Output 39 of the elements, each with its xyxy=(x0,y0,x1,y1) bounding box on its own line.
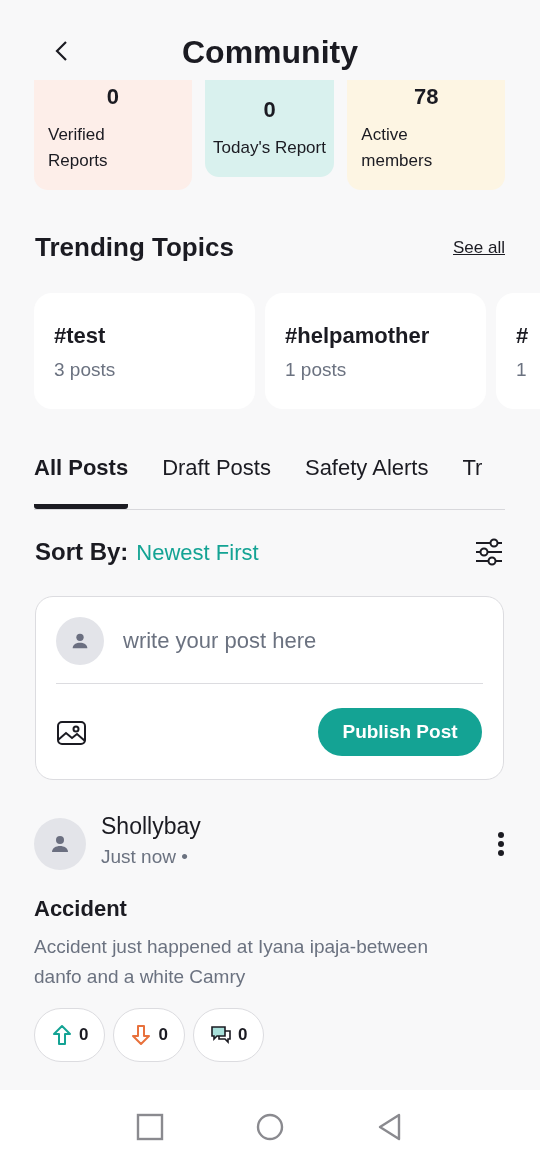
author-name: Shollybay xyxy=(101,812,202,840)
home-icon[interactable] xyxy=(255,1111,285,1142)
topic-card[interactable]: # 1 xyxy=(496,293,540,409)
topic-count: 1 posts xyxy=(285,359,348,381)
topic-tag: #test xyxy=(54,323,235,349)
tab[interactable]: All Posts xyxy=(34,455,129,509)
tab[interactable]: Safety Alerts xyxy=(304,455,429,509)
topic-count: 3 posts xyxy=(54,359,117,381)
stat-label: Today's Report xyxy=(213,136,326,159)
back-icon[interactable] xyxy=(54,40,70,62)
post-input-field[interactable]: write your post here xyxy=(121,627,483,655)
section-title: Trending Topics xyxy=(35,232,234,263)
page-title: Community xyxy=(182,33,358,71)
upvote-button[interactable]: 0 xyxy=(34,1008,106,1062)
arrow-down-icon xyxy=(130,1024,153,1046)
tab[interactable]: Tr xyxy=(462,455,483,509)
arrow-up-icon xyxy=(51,1024,73,1046)
chat-icon xyxy=(209,1024,232,1046)
recents-icon[interactable] xyxy=(135,1111,165,1142)
stat-label: Active members xyxy=(361,124,434,172)
topic-card[interactable]: #test 3 posts xyxy=(34,293,255,409)
post-body: Accident just happened at Iyana ipaja-between danfo and a white Camry xyxy=(34,935,429,989)
comment-button[interactable]: 0 xyxy=(192,1008,265,1062)
stat-label: Verified Reports xyxy=(48,124,109,172)
downvote-button[interactable]: 0 xyxy=(113,1008,185,1062)
post-title: Accident xyxy=(34,896,128,922)
stat-value: 0 xyxy=(105,84,120,110)
post-time: Just now • xyxy=(101,845,189,868)
see-all-link[interactable]: See all xyxy=(453,237,505,258)
stat-value: 78 xyxy=(412,84,440,110)
tab[interactable]: Draft Posts xyxy=(162,455,271,509)
filter-icon[interactable] xyxy=(474,538,504,566)
more-icon[interactable] xyxy=(497,831,505,857)
topic-card[interactable]: #helpamother 1 posts xyxy=(265,293,486,409)
topic-tag: #helpamother xyxy=(285,323,466,349)
sort-label: Sort By: xyxy=(35,538,129,565)
topic-count: 1 xyxy=(516,359,528,381)
stat-value: 0 xyxy=(263,96,276,123)
topic-tag: # xyxy=(516,323,540,349)
